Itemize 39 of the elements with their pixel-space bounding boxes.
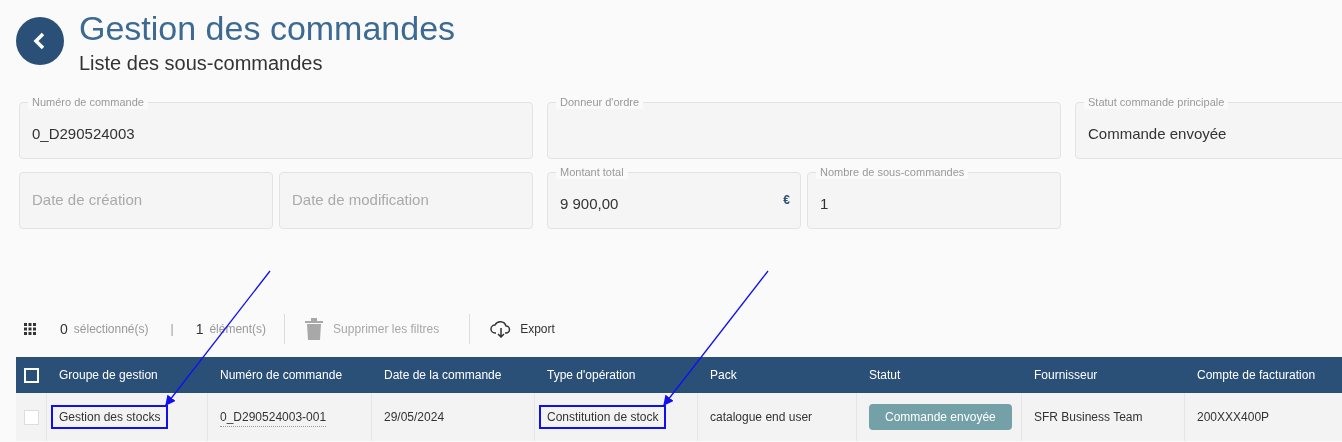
column-header[interactable]: Type d'opération — [535, 366, 698, 384]
field-label: Numéro de commande — [28, 95, 148, 109]
grid-icon — [24, 323, 36, 335]
field-label: Nombre de sous-commandes — [816, 165, 969, 179]
selected-label: sélectionné(s) — [73, 321, 149, 338]
cell-text: SFR Business Team — [1034, 409, 1143, 426]
cell-text: catalogue end user — [710, 409, 813, 426]
field-placeholder: Date de création — [32, 190, 143, 211]
row-checkbox[interactable] — [23, 409, 39, 425]
column-header[interactable]: Date de la commande — [372, 366, 535, 384]
cell-text: 200XXX400P — [1197, 409, 1270, 426]
field-value: 1 — [820, 194, 829, 215]
selected-count: 0 — [60, 319, 68, 339]
page-title: Gestion des commandes — [79, 8, 456, 48]
column-header[interactable]: Compte de facturation — [1185, 366, 1342, 384]
field-placeholder: Date de modification — [292, 190, 429, 211]
export-button[interactable]: Export — [490, 320, 555, 338]
column-header[interactable]: Pack — [698, 366, 857, 384]
field-value: 9 900,00 — [560, 194, 619, 215]
field-label: Montant total — [556, 165, 628, 179]
column-header[interactable]: Numéro de commande — [208, 366, 372, 384]
page-subtitle: Liste des sous-commandes — [79, 51, 324, 76]
column-header[interactable]: Groupe de gestion — [47, 366, 208, 384]
field-value: Commande envoyée — [1088, 124, 1227, 145]
element-count: 1 — [195, 319, 204, 339]
separator: | — [170, 321, 174, 338]
column-header[interactable]: Statut — [857, 366, 1022, 384]
field-value: 0_D290524003 — [32, 124, 135, 145]
cloud-download-icon — [490, 320, 513, 338]
select-all-checkbox[interactable] — [24, 367, 39, 383]
field-label: Statut commande principale — [1084, 95, 1229, 109]
currency-symbol: € — [783, 192, 790, 209]
status-badge: Commande envoyée — [869, 404, 1012, 430]
order-link[interactable]: 0_D290524003-001 — [220, 407, 327, 427]
column-header[interactable]: Fournisseur — [1022, 366, 1185, 384]
back-button[interactable] — [16, 17, 64, 65]
cell-text: 29/05/2024 — [384, 409, 445, 426]
field-label: Donneur d'ordre — [556, 95, 644, 109]
trash-icon — [305, 318, 324, 340]
